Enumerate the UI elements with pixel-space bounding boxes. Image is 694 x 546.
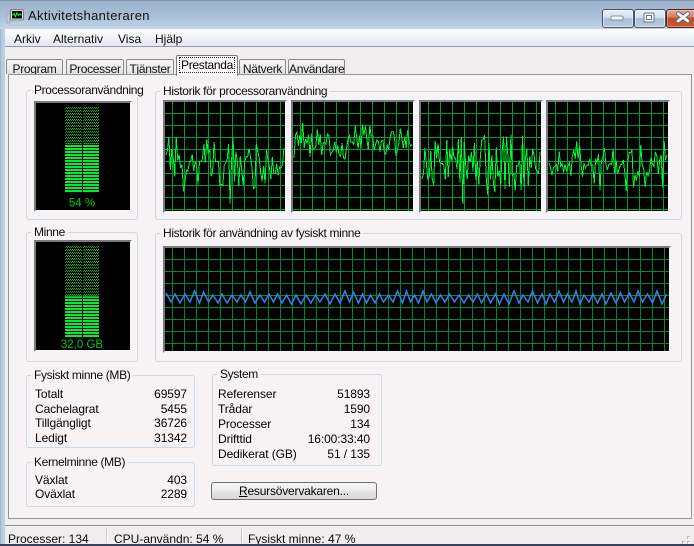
svg-text:54 %: 54 % xyxy=(69,198,95,210)
svg-text:32,0 GB: 32,0 GB xyxy=(61,339,104,350)
